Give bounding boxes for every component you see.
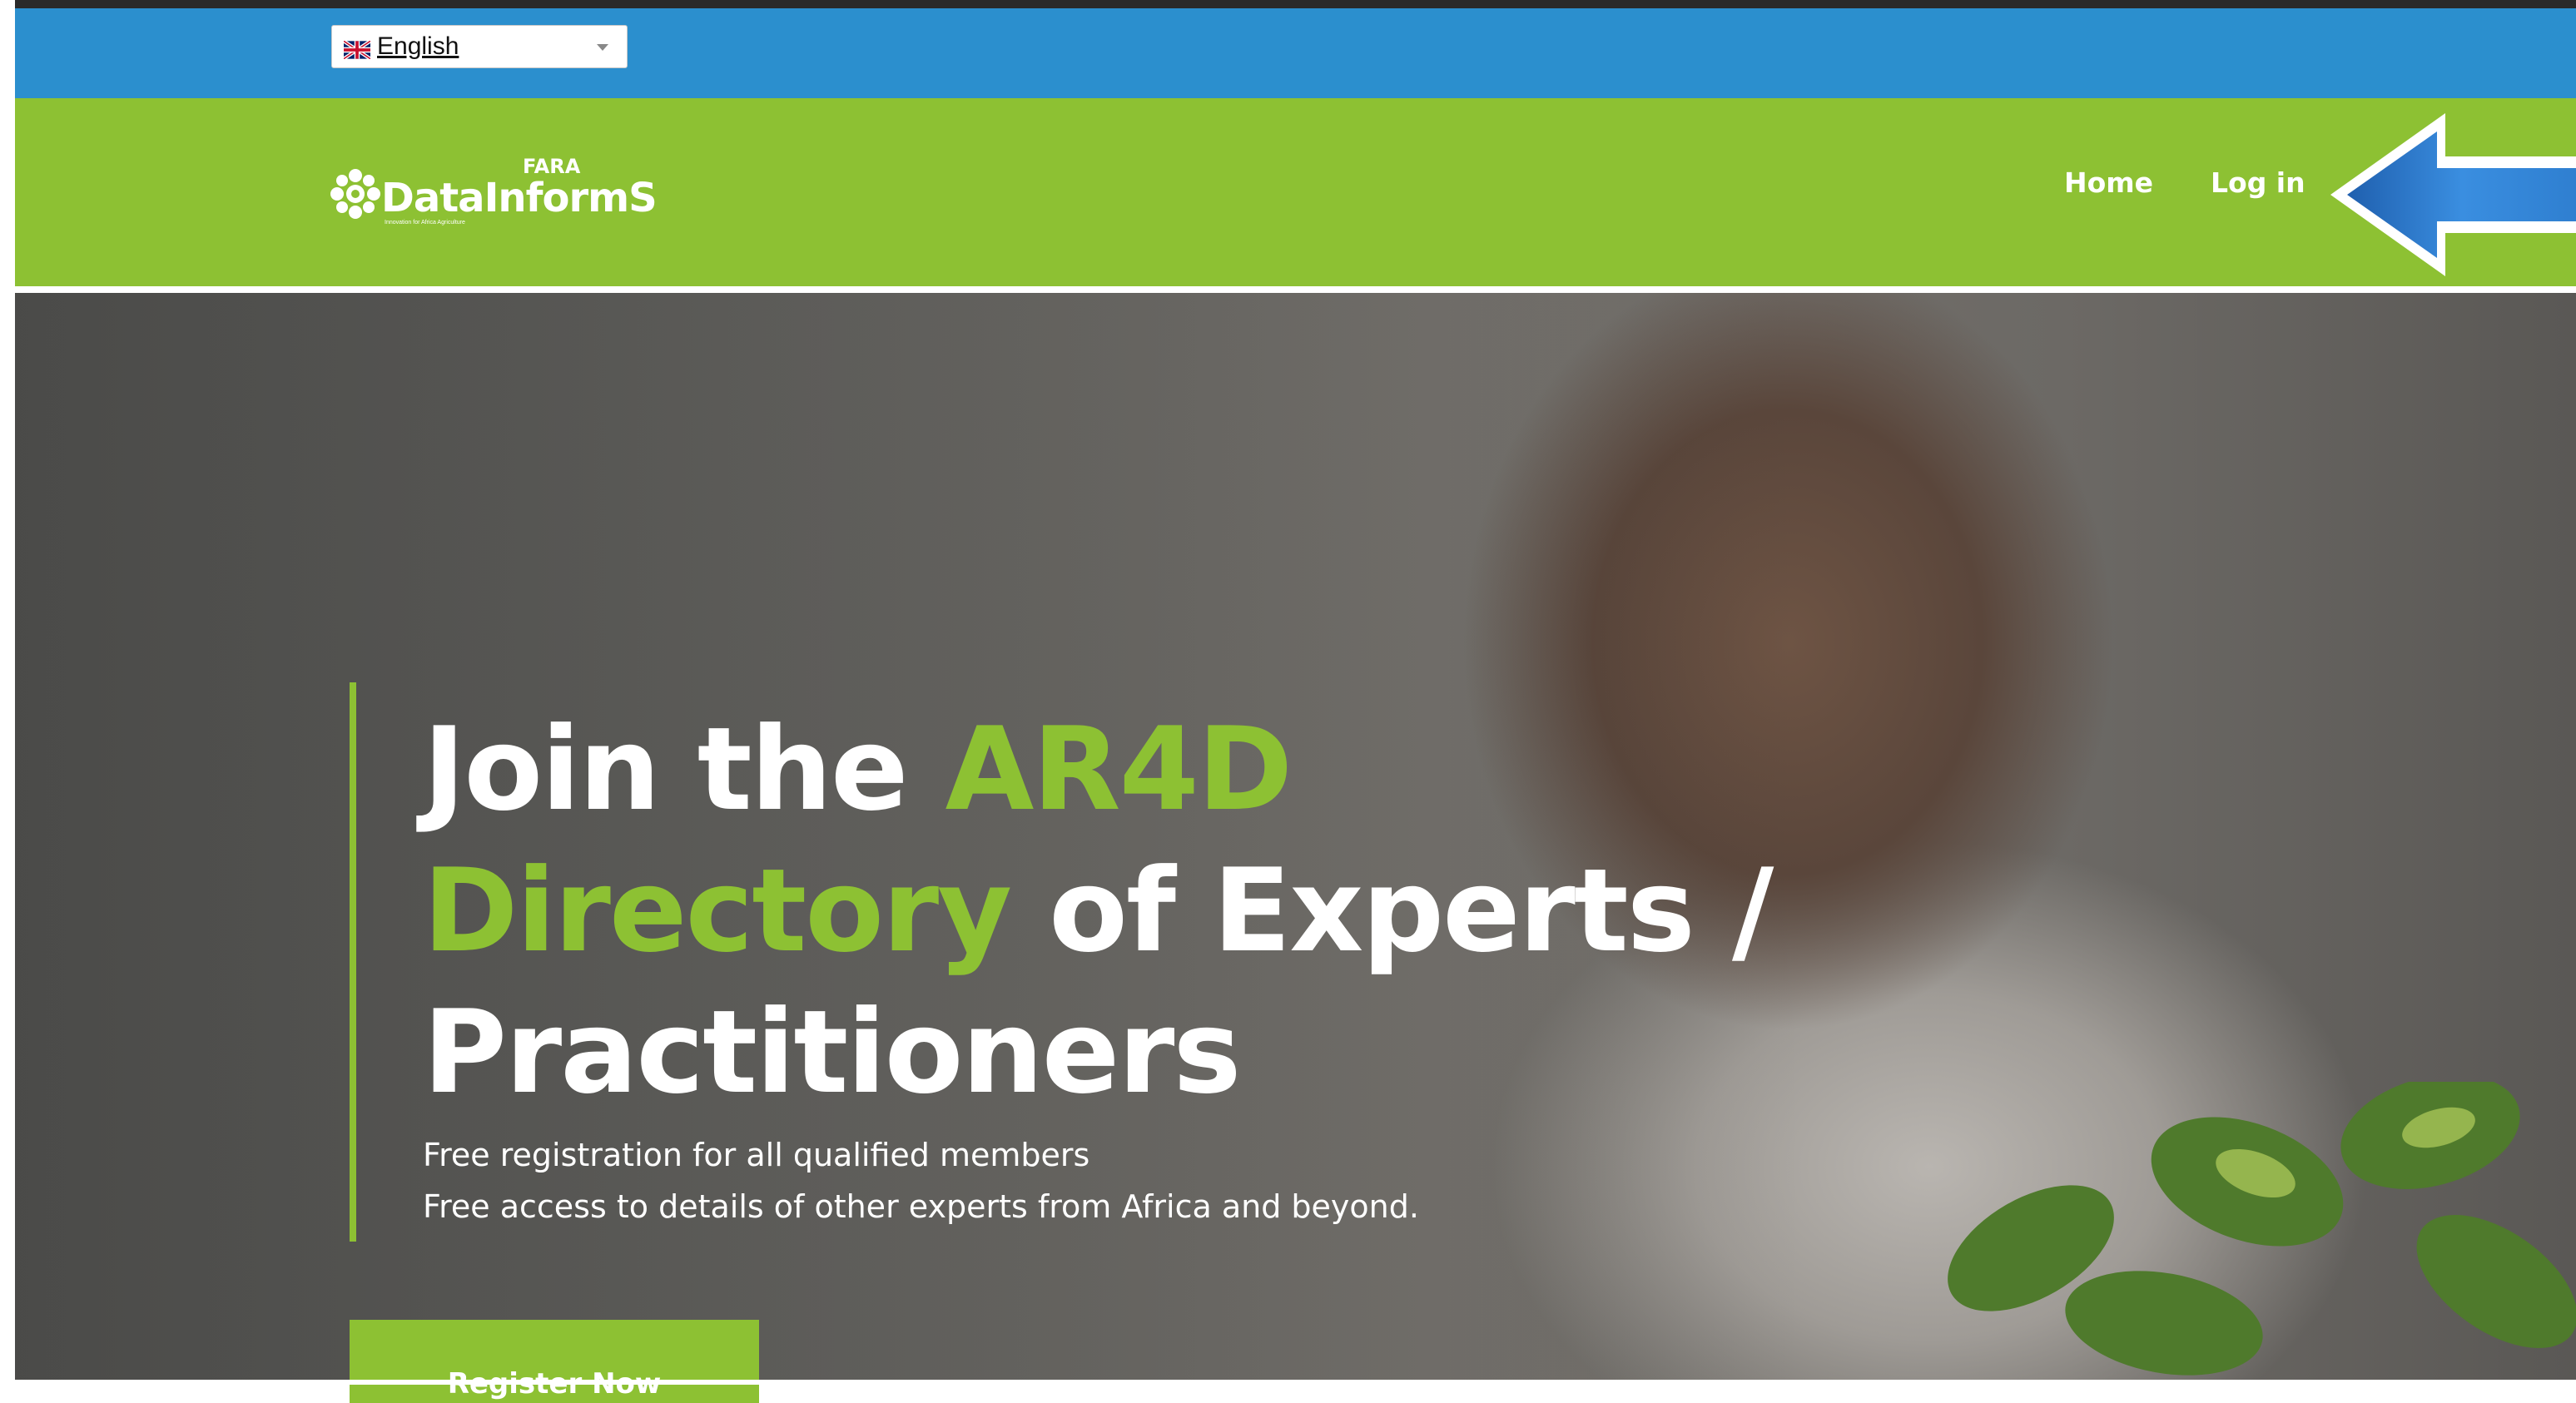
hero-title-part2: of Experts / bbox=[1010, 844, 1774, 978]
arrow-left-icon bbox=[2330, 113, 2576, 276]
hero-subtitle-access: Free access to details of other experts … bbox=[423, 1188, 1419, 1225]
hero-title: Join the AR4D Directory of Experts / Pra… bbox=[423, 699, 1838, 1123]
site-logo[interactable]: FARA DataInformS Innovation for Africa A… bbox=[330, 150, 658, 233]
language-select[interactable]: English bbox=[331, 25, 628, 68]
window-left-edge bbox=[0, 0, 15, 1385]
window-bottom-edge bbox=[0, 1380, 2576, 1385]
hero-title-directory: Directory bbox=[423, 844, 1012, 978]
nav-login-link[interactable]: Log in bbox=[2211, 166, 2305, 199]
window-top-edge bbox=[0, 0, 2576, 8]
logo-wordmark: DataInformS bbox=[381, 175, 658, 221]
uk-flag-icon bbox=[342, 37, 372, 61]
plant-leaves-image bbox=[1948, 1082, 2576, 1376]
chevron-down-icon bbox=[597, 44, 608, 51]
language-label: English bbox=[377, 32, 459, 60]
logo-flower-icon bbox=[330, 169, 380, 219]
hero-title-part3: Practitioners bbox=[423, 985, 1242, 1119]
hero-subtitle-registration: Free registration for all qualified memb… bbox=[423, 1137, 1090, 1173]
hero-title-part1: Join the bbox=[423, 702, 946, 836]
logo-tagline: Innovation for Africa Agriculture bbox=[385, 220, 465, 226]
hero-accent-rule bbox=[350, 682, 356, 1242]
register-now-button[interactable]: Register Now bbox=[350, 1320, 759, 1403]
hero-title-ar4d: AR4D bbox=[945, 702, 1293, 836]
nav-home-link[interactable]: Home bbox=[2064, 166, 2153, 199]
